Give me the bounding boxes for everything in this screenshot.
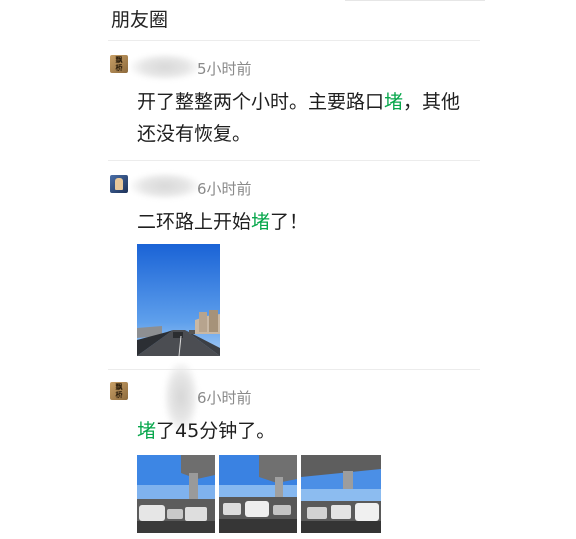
traffic-photo-4-image <box>301 455 381 533</box>
post-text: 堵了45分钟了。 <box>137 415 467 447</box>
avatar[interactable]: 飘 桥 <box>110 55 128 73</box>
post-time: 6小时前 <box>197 389 252 407</box>
avatar-text: 飘 桥 <box>115 383 123 399</box>
traffic-photo-3-image <box>219 455 297 533</box>
highlight-keyword: 堵 <box>251 211 271 233</box>
traffic-photo[interactable] <box>137 244 220 356</box>
post-text: 开了整整两个小时。主要路口堵，其他还没有恢复。 <box>137 86 467 150</box>
traffic-photo[interactable] <box>219 455 297 533</box>
post-text-part: 了45分钟了。 <box>156 420 276 442</box>
highlight-keyword: 堵 <box>137 420 157 442</box>
avatar[interactable]: 飘 桥 <box>110 382 128 400</box>
post-time: 6小时前 <box>197 180 252 198</box>
post-divider <box>108 369 480 370</box>
avatar-figure <box>115 178 123 190</box>
page-title: 朋友圈 <box>111 9 169 31</box>
post-divider <box>108 160 480 161</box>
username-blurred[interactable] <box>130 54 200 80</box>
post-text-part: 了！ <box>270 211 309 233</box>
traffic-photo[interactable] <box>137 455 215 533</box>
post-text-part: 开了整整两个小时。主要路口 <box>137 91 385 113</box>
avatar[interactable] <box>110 175 128 193</box>
traffic-photo-1-image <box>137 244 220 356</box>
username-blurred[interactable] <box>130 173 200 199</box>
top-divider <box>345 0 485 1</box>
post-time: 5小时前 <box>197 60 252 78</box>
header-divider <box>108 40 480 41</box>
avatar-text: 飘 桥 <box>115 56 123 72</box>
post-text: 二环路上开始堵了！ <box>137 206 467 238</box>
traffic-photo-2-image <box>137 455 215 533</box>
post-text-part: 二环路上开始 <box>137 211 252 233</box>
traffic-photo[interactable] <box>301 455 381 533</box>
highlight-keyword: 堵 <box>384 91 404 113</box>
